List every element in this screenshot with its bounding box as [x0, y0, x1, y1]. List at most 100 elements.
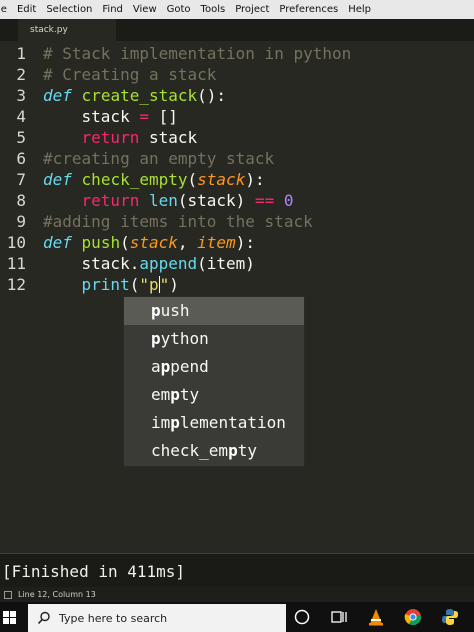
- task-view-icon[interactable]: [330, 608, 348, 626]
- line-number: 7: [16, 170, 26, 189]
- code-text: ):: [235, 233, 255, 252]
- code-line-8: return len(stack) == 0: [43, 190, 294, 211]
- code-line-1: # Stack implementation in python: [43, 43, 351, 64]
- code-text: (item): [197, 254, 255, 273]
- code-text: ):: [245, 170, 265, 189]
- parameter: stack: [197, 170, 246, 189]
- line-number: 4: [16, 107, 26, 126]
- code-line-3: def create_stack():: [43, 85, 226, 106]
- number: 0: [283, 191, 294, 210]
- string-literal: ": [159, 275, 170, 294]
- code-line-12: print("p"): [43, 274, 179, 295]
- line-number: 11: [6, 254, 26, 273]
- code-line-9: #adding items into the stack: [43, 211, 313, 232]
- cortana-icon[interactable]: [293, 608, 311, 626]
- menu-preferences[interactable]: Preferences: [274, 4, 343, 15]
- code-text: stack.: [43, 254, 140, 273]
- panel-toggle-icon[interactable]: [4, 590, 12, 599]
- menu-tools[interactable]: Tools: [196, 4, 231, 15]
- menu-goto[interactable]: Goto: [162, 4, 196, 15]
- menu-bar: le Edit Selection Find View Goto Tools P…: [0, 0, 474, 19]
- autocomplete-item-empty[interactable]: empty: [124, 381, 304, 409]
- function-name: check_empty: [81, 170, 188, 189]
- completion-text: ty: [237, 441, 257, 460]
- code-text: (: [120, 233, 130, 252]
- completion-text: a: [151, 357, 161, 376]
- menu-selection[interactable]: Selection: [41, 4, 97, 15]
- menu-view[interactable]: View: [128, 4, 162, 15]
- vlc-icon[interactable]: [367, 608, 385, 626]
- line-number: 3: [16, 86, 26, 105]
- chrome-icon[interactable]: [404, 608, 422, 626]
- comment: # Creating a stack: [43, 65, 217, 84]
- keyword-def: def: [43, 233, 72, 252]
- taskbar-search-box[interactable]: Type here to search: [28, 604, 286, 632]
- keyword-def: def: [43, 86, 72, 105]
- completion-text: lementation: [179, 413, 286, 432]
- tab-bar: stack.py: [0, 19, 474, 41]
- menu-help[interactable]: Help: [343, 4, 376, 15]
- line-number: 5: [16, 128, 26, 147]
- match-text: p: [170, 413, 180, 432]
- function-name: push: [81, 233, 121, 252]
- autocomplete-popup: push python append empty implementation …: [123, 296, 305, 467]
- keyword-return: return: [81, 128, 140, 147]
- parameter: stack: [129, 233, 178, 252]
- code-line-7: def check_empty(stack):: [43, 169, 265, 190]
- code-line-10: def push(stack, item):: [43, 232, 255, 253]
- comment: #creating an empty stack: [43, 149, 275, 168]
- method-name: append: [139, 254, 198, 273]
- search-placeholder: Type here to search: [59, 611, 168, 625]
- menu-file[interactable]: le: [0, 4, 12, 15]
- menu-find[interactable]: Find: [97, 4, 128, 15]
- autocomplete-item-check-empty[interactable]: check_empty: [124, 437, 304, 465]
- autocomplete-item-python[interactable]: python: [124, 325, 304, 353]
- tab-stack-py[interactable]: stack.py: [18, 19, 116, 41]
- line-number: 2: [16, 65, 26, 84]
- keyword-return: return: [81, 191, 140, 210]
- autocomplete-item-push[interactable]: push: [124, 297, 304, 325]
- cursor-position: Line 12, Column 13: [18, 590, 96, 599]
- code-line-5: return stack: [43, 127, 198, 148]
- taskbar: Type here to search: [0, 602, 474, 632]
- code-text: stack: [139, 128, 198, 147]
- autocomplete-item-implementation[interactable]: implementation: [124, 409, 304, 437]
- comment: #adding items into the stack: [43, 212, 313, 231]
- line-number: 10: [6, 233, 26, 252]
- function-name: create_stack: [81, 86, 198, 105]
- match-text: p: [160, 357, 171, 376]
- code-text: (: [129, 275, 140, 294]
- completion-text: im: [151, 413, 171, 432]
- code-editor[interactable]: 1 2 3 4 5 6 7 8 9 10 11 12 # Stack imple…: [0, 43, 474, 553]
- code-text: ): [169, 275, 179, 294]
- match-text: p: [151, 329, 161, 348]
- parameter: item: [197, 233, 236, 252]
- code-line-11: stack.append(item): [43, 253, 255, 274]
- menu-edit[interactable]: Edit: [12, 4, 41, 15]
- line-number: 6: [16, 149, 26, 168]
- completion-text: ty: [179, 385, 200, 404]
- comment: # Stack implementation in python: [43, 44, 352, 63]
- builtin-print: print: [81, 275, 130, 294]
- windows-start-icon[interactable]: [3, 611, 16, 624]
- string-literal: "p: [139, 275, 159, 294]
- completion-text: ush: [160, 301, 190, 320]
- line-number: 8: [16, 191, 26, 210]
- match-text: p: [228, 441, 238, 460]
- autocomplete-item-append[interactable]: append: [124, 353, 304, 381]
- keyword-def: def: [43, 170, 72, 189]
- code-text: stack: [43, 107, 140, 126]
- search-icon: [37, 611, 50, 625]
- menu-project[interactable]: Project: [230, 4, 274, 15]
- code-line-2: # Creating a stack: [43, 64, 216, 85]
- code-line-6: #creating an empty stack: [43, 148, 274, 169]
- match-text: p: [170, 385, 180, 404]
- build-output-panel: [Finished in 411ms]: [0, 553, 474, 588]
- builtin-len: len: [148, 191, 178, 210]
- python-icon[interactable]: [441, 608, 459, 626]
- code-text: (stack): [177, 191, 255, 210]
